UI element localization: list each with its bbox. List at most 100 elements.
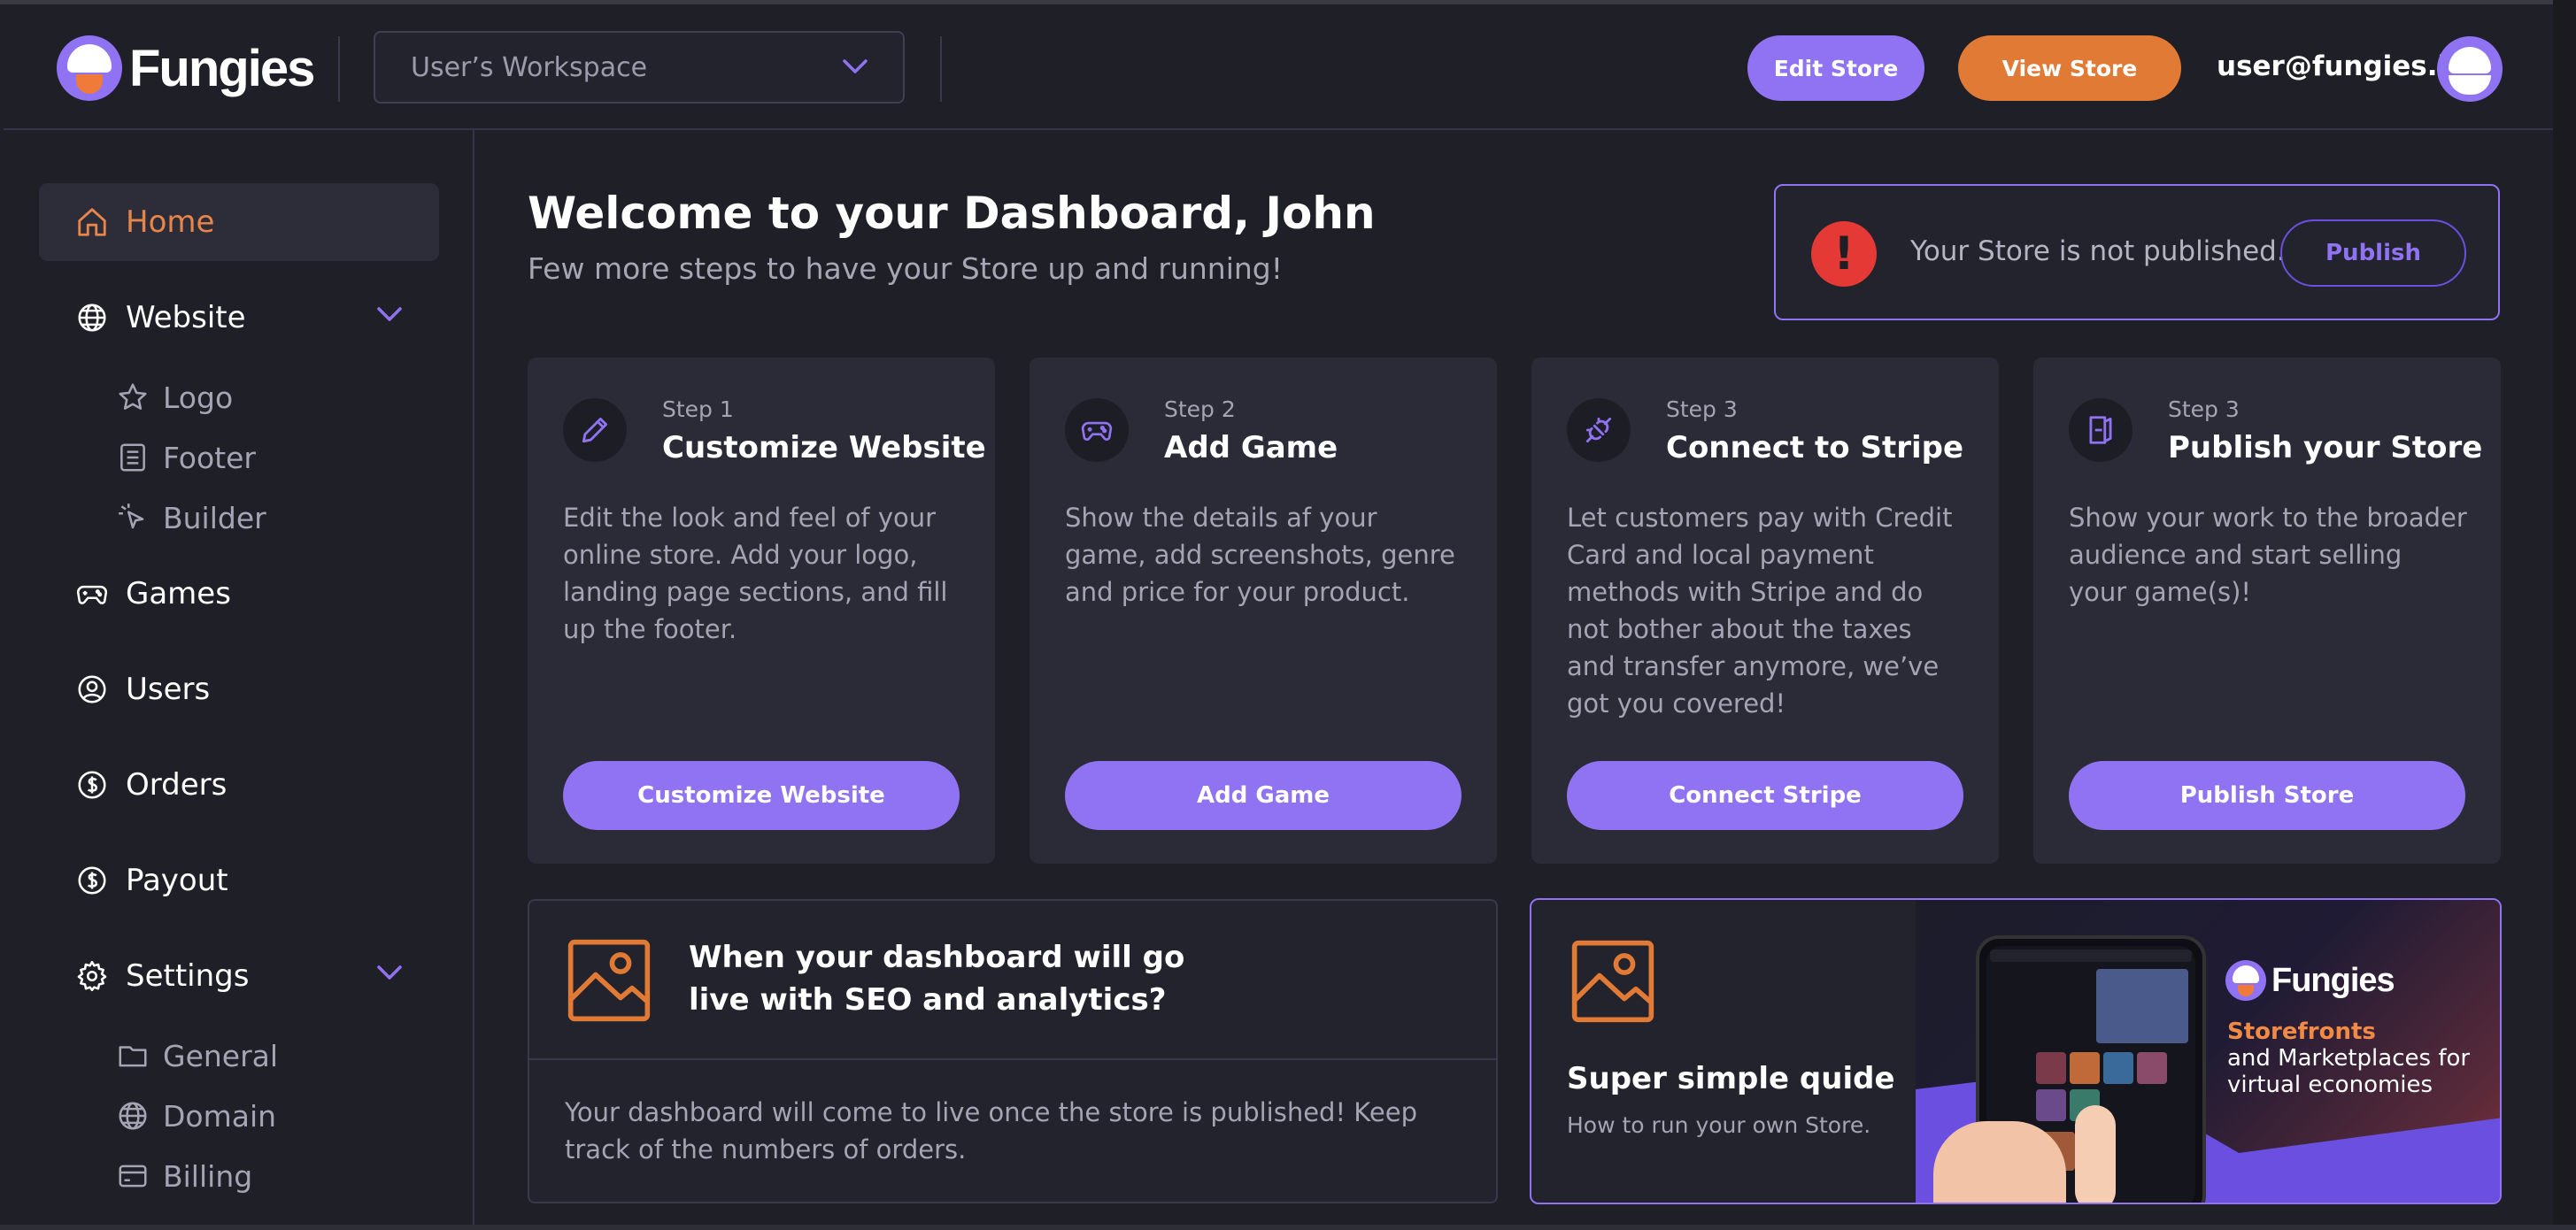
unpublished-alert: ! Your Store is not published. Publish xyxy=(1774,184,2500,320)
sidebar: Home Website Logo Footer Builder Games U… xyxy=(4,130,474,1225)
star-icon xyxy=(115,380,150,415)
step-card-stripe: Step 3 Connect to Stripe Let customers p… xyxy=(1531,357,1999,864)
guide-card[interactable]: Super simple quide How to run your own S… xyxy=(1530,898,2502,1204)
image-icon xyxy=(567,939,651,1022)
home-icon xyxy=(74,204,110,240)
step-title: Connect to Stripe xyxy=(1666,430,1964,465)
promo-tagline-accent: Storefronts xyxy=(2227,1019,2376,1045)
add-game-button[interactable]: Add Game xyxy=(1065,761,1462,830)
chevron-down-icon xyxy=(843,59,868,73)
gear-icon xyxy=(74,958,110,994)
sidebar-item-label: Settings xyxy=(126,958,250,994)
logo-mark-icon xyxy=(57,35,122,101)
card-icon xyxy=(115,1158,150,1194)
workspace-select-value: User’s Workspace xyxy=(411,51,648,83)
door-icon xyxy=(2069,398,2133,462)
dollar-icon xyxy=(74,863,110,898)
edit-store-button[interactable]: Edit Store xyxy=(1747,35,1924,101)
guide-subtitle: How to run your own Store. xyxy=(1567,1112,1871,1138)
view-store-button[interactable]: View Store xyxy=(1958,35,2181,101)
dollar-icon xyxy=(74,767,110,803)
chevron-down-icon[interactable] xyxy=(375,964,404,981)
sidebar-item-billing[interactable]: Billing xyxy=(115,1153,252,1199)
finger-illustration xyxy=(2075,1105,2116,1203)
sidebar-item-home[interactable]: Home xyxy=(39,183,439,261)
alert-icon: ! xyxy=(1811,221,1877,287)
card-divider xyxy=(529,1058,1496,1060)
step-title: Publish your Store xyxy=(2168,430,2483,465)
sidebar-item-label: Orders xyxy=(126,767,228,803)
sidebar-item-footer[interactable]: Footer xyxy=(115,434,256,480)
step-description: Show your work to the broader audience a… xyxy=(2069,503,2467,607)
sidebar-item-label: Users xyxy=(126,672,211,707)
sidebar-item-label: Builder xyxy=(163,500,266,535)
step-description: Let customers pay with Credit Card and l… xyxy=(1567,503,1953,719)
workspace-select[interactable]: User’s Workspace xyxy=(374,31,905,104)
sidebar-item-label: Footer xyxy=(163,440,256,475)
step-card-customize: Step 1 Customize Website Edit the look a… xyxy=(528,357,995,864)
folder-icon xyxy=(115,1038,150,1073)
gamepad-icon xyxy=(1065,398,1129,462)
brand-name: Fungies xyxy=(129,39,315,97)
step-card-add-game: Step 2 Add Game Show the details af your… xyxy=(1030,357,1497,864)
step-number: Step 1 xyxy=(662,396,734,422)
image-icon xyxy=(1571,940,1654,1023)
step-title: Customize Website xyxy=(662,430,986,465)
step-description: Edit the look and feel of your online st… xyxy=(563,503,948,644)
alert-message: Your Store is not published. xyxy=(1910,235,2286,267)
sidebar-item-domain[interactable]: Domain xyxy=(115,1093,276,1139)
footer-icon xyxy=(115,440,150,475)
sidebar-item-general[interactable]: General xyxy=(115,1033,278,1079)
sidebar-item-users[interactable]: Users xyxy=(39,650,439,728)
publish-button[interactable]: Publish xyxy=(2280,219,2466,287)
globe-icon xyxy=(115,1098,150,1134)
window-frame xyxy=(2553,0,2576,1230)
sidebar-item-label: Domain xyxy=(163,1098,277,1134)
hand-illustration xyxy=(1933,1121,2066,1203)
header-divider xyxy=(338,36,340,102)
window-frame xyxy=(0,1225,2576,1230)
sidebar-item-label: Home xyxy=(126,204,215,240)
sidebar-item-orders[interactable]: Orders xyxy=(39,746,439,824)
cursor-icon xyxy=(115,500,150,535)
sidebar-item-payout[interactable]: Payout xyxy=(39,842,439,919)
page-title: Welcome to your Dashboard, John xyxy=(528,188,1376,239)
sidebar-item-label: Billing xyxy=(163,1158,253,1194)
guide-title: Super simple quide xyxy=(1567,1061,1895,1096)
sidebar-item-label: Payout xyxy=(126,863,228,898)
pencil-icon xyxy=(563,398,627,462)
customize-website-button[interactable]: Customize Website xyxy=(563,761,960,830)
step-number: Step 2 xyxy=(1164,396,1236,422)
sidebar-item-website[interactable]: Website xyxy=(39,279,439,357)
brand-logo[interactable]: Fungies xyxy=(57,35,315,101)
step-description: Show the details af your game, add scree… xyxy=(1065,503,1455,607)
sidebar-item-logo[interactable]: Logo xyxy=(115,374,233,420)
step-number: Step 3 xyxy=(2168,396,2240,422)
step-number: Step 3 xyxy=(1666,396,1738,422)
promo-logo: Fungies xyxy=(2225,960,2395,1001)
sidebar-item-settings[interactable]: Settings xyxy=(39,937,439,1015)
sidebar-item-label: General xyxy=(163,1038,279,1073)
page-subtitle: Few more steps to have your Store up and… xyxy=(528,251,1283,286)
user-email[interactable]: user@fungies.io xyxy=(2217,50,2465,82)
top-header: Fungies User’s Workspace Edit Store View… xyxy=(4,4,2553,130)
promo-tagline: and Marketplaces for virtual economies xyxy=(2227,1045,2471,1098)
sidebar-item-builder[interactable]: Builder xyxy=(115,495,266,541)
gamepad-icon xyxy=(74,576,110,611)
chevron-down-icon[interactable] xyxy=(375,305,404,323)
plug-icon xyxy=(1567,398,1631,462)
analytics-info-card: When your dashboard will go live with SE… xyxy=(528,899,1498,1203)
analytics-description: Your dashboard will come to live once th… xyxy=(565,1097,1417,1165)
step-title: Add Game xyxy=(1164,430,1338,465)
publish-store-button[interactable]: Publish Store xyxy=(2069,761,2465,830)
user-avatar[interactable] xyxy=(2437,36,2503,102)
user-icon xyxy=(74,672,110,707)
step-card-publish: Step 3 Publish your Store Show your work… xyxy=(2033,357,2501,864)
sidebar-item-label: Website xyxy=(126,300,246,335)
promo-brand: Fungies xyxy=(2271,961,2395,999)
header-divider xyxy=(940,36,942,102)
promo-banner: Fungies Storefronts and Marketplaces for… xyxy=(1916,900,2500,1203)
sidebar-item-games[interactable]: Games xyxy=(39,555,439,633)
connect-stripe-button[interactable]: Connect Stripe xyxy=(1567,761,1963,830)
sidebar-item-label: Logo xyxy=(163,380,234,415)
